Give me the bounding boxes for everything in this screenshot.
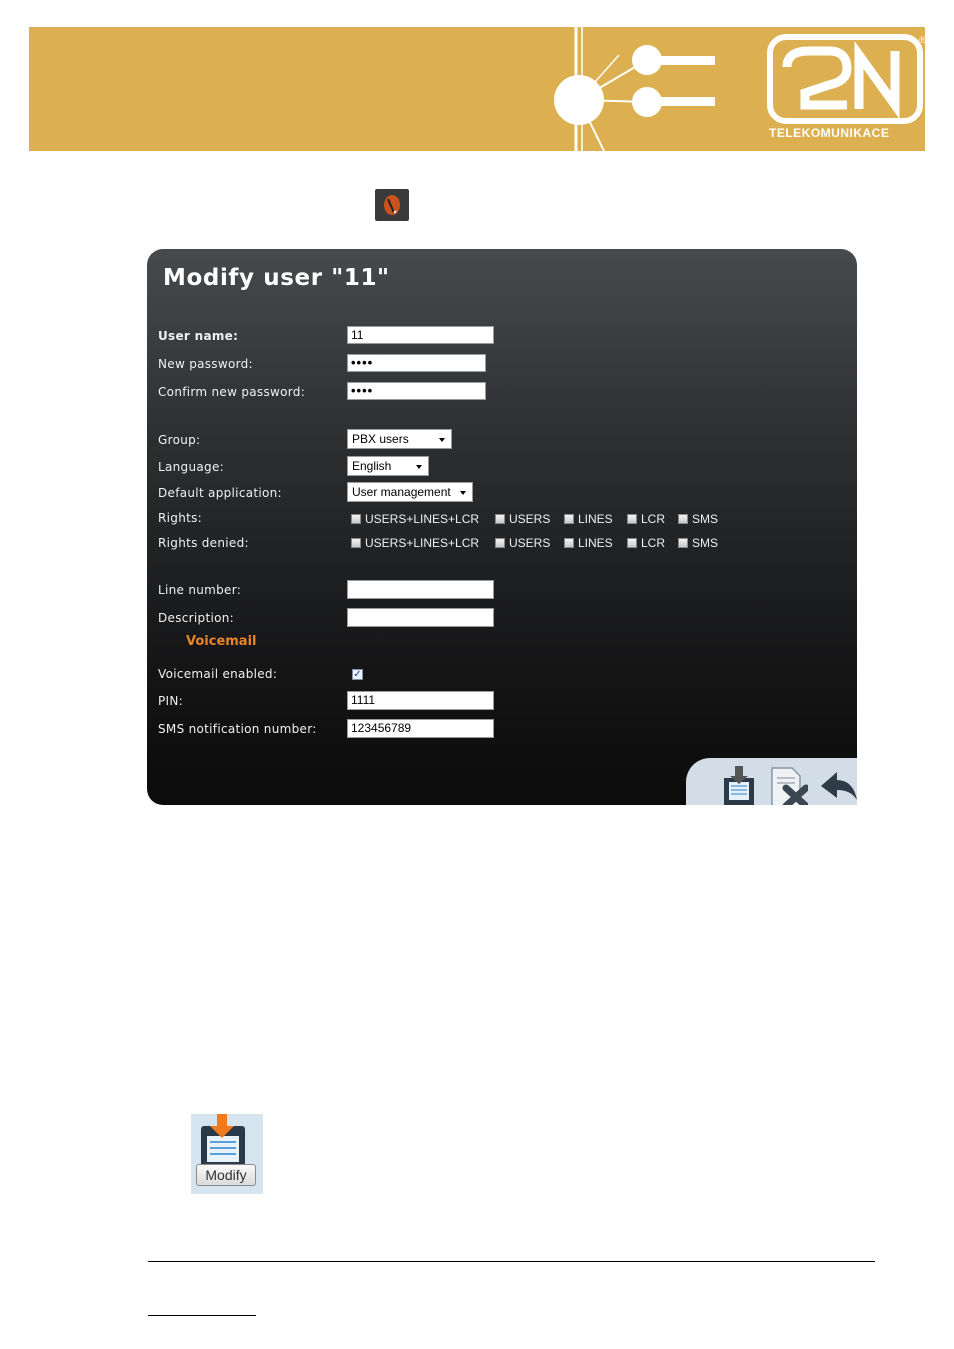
checkbox[interactable] — [564, 514, 574, 524]
voicemail-enabled-label: Voicemail enabled: — [158, 667, 278, 681]
default-application-label: Default application: — [158, 486, 282, 500]
checkbox[interactable] — [627, 538, 637, 548]
group-label: Group: — [158, 433, 201, 447]
dialog-toolbar — [686, 758, 857, 805]
rights-denied-option[interactable]: USERS — [495, 536, 564, 550]
rights-option[interactable]: SMS — [678, 512, 718, 526]
brand-text: TELEKOMUNIKACE — [769, 126, 890, 140]
rights-denied-option[interactable]: SMS — [678, 536, 718, 550]
checkbox[interactable] — [495, 538, 505, 548]
checkbox[interactable] — [495, 514, 505, 524]
language-select-value: English — [352, 459, 392, 473]
dialog-title: Modify user "11" — [163, 265, 390, 291]
back-arrow-icon[interactable] — [817, 764, 857, 805]
rights-denied-option[interactable]: LCR — [627, 536, 678, 550]
modify-button-icon[interactable]: Modify — [191, 1114, 263, 1194]
sms-notification-input[interactable]: 123456789 — [347, 719, 494, 738]
checkbox[interactable] — [351, 538, 361, 548]
cancel-icon[interactable] — [768, 764, 810, 805]
rights-denied-option[interactable]: USERS+LINES+LCR — [351, 536, 495, 550]
description-input[interactable] — [347, 608, 494, 627]
divider-line — [148, 1261, 875, 1262]
checkbox[interactable] — [351, 514, 361, 524]
rights-denied-checkboxes: USERS+LINES+LCR USERS LINES LCR SMS — [351, 535, 718, 551]
description-label: Description: — [158, 611, 234, 625]
checkbox[interactable] — [564, 538, 574, 548]
language-label: Language: — [158, 460, 224, 474]
modify-user-dialog: Modify user "11" User name: 11 New passw… — [147, 249, 857, 805]
default-application-value: User management — [352, 485, 451, 499]
group-select[interactable]: PBX users — [347, 429, 452, 449]
confirm-password-label: Confirm new password: — [158, 385, 306, 399]
pin-input[interactable]: 1111 — [347, 691, 494, 710]
rights-option[interactable]: USERS+LINES+LCR — [351, 512, 495, 526]
footnote-rule — [148, 1315, 256, 1316]
rights-denied-option[interactable]: LINES — [564, 536, 627, 550]
chevron-down-icon — [439, 438, 445, 442]
header-banner: ® TELEKOMUNIKACE — [29, 27, 925, 151]
voicemail-enabled-checkbox[interactable]: ✓ — [352, 669, 363, 680]
pin-label: PIN: — [158, 694, 183, 708]
confirm-password-input[interactable]: •••• — [347, 382, 486, 400]
registered-mark: ® — [919, 35, 925, 45]
rights-label: Rights: — [158, 511, 202, 525]
user-name-label: User name: — [158, 329, 239, 343]
rights-checkboxes: USERS+LINES+LCR USERS LINES LCR SMS — [351, 511, 718, 527]
chevron-down-icon — [416, 465, 422, 469]
line-number-label: Line number: — [158, 583, 242, 597]
checkbox[interactable] — [678, 514, 688, 524]
voicemail-section-title: Voicemail — [186, 634, 257, 649]
rights-option[interactable]: LINES — [564, 512, 627, 526]
line-number-input[interactable] — [347, 580, 494, 599]
sms-notification-label: SMS notification number: — [158, 722, 317, 736]
default-application-select[interactable]: User management — [347, 482, 473, 502]
language-select[interactable]: English — [347, 456, 429, 476]
checkbox[interactable] — [678, 538, 688, 548]
new-password-label: New password: — [158, 357, 253, 371]
save-icon[interactable] — [719, 764, 759, 805]
user-name-input[interactable]: 11 — [347, 326, 494, 344]
new-password-input[interactable]: •••• — [347, 354, 486, 372]
chevron-down-icon — [460, 491, 466, 495]
checkbox[interactable] — [627, 514, 637, 524]
rights-denied-label: Rights denied: — [158, 536, 249, 550]
rights-option[interactable]: USERS — [495, 512, 564, 526]
group-select-value: PBX users — [352, 432, 409, 446]
rights-option[interactable]: LCR — [627, 512, 678, 526]
modify-label: Modify — [196, 1164, 256, 1186]
edit-user-icon[interactable] — [375, 189, 409, 221]
